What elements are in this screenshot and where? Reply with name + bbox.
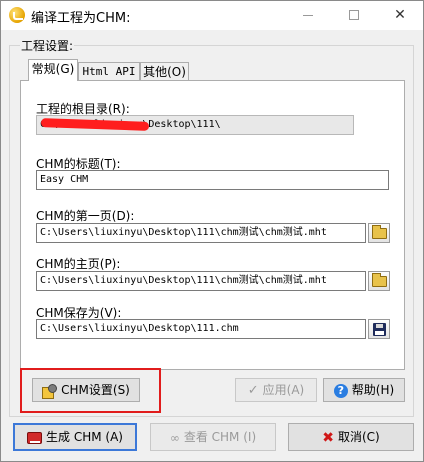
home-page-input[interactable]: C:\Users\liuxinyu\Desktop\111\chm测试\chm测…	[36, 271, 366, 291]
red-x-icon: ✖	[322, 429, 334, 446]
tab-other[interactable]: 其他(O)	[140, 62, 189, 82]
home-page-browse-button[interactable]	[368, 271, 390, 291]
apply-label: 应用(A)	[262, 383, 305, 397]
maximize-icon	[349, 10, 359, 20]
tab-html-api[interactable]: Html API	[78, 62, 140, 82]
maximize-button[interactable]	[331, 1, 377, 30]
folder-open-icon	[372, 225, 387, 239]
highlight-box	[20, 368, 161, 413]
compile-chm-dialog: 编译工程为CHM: ✕ 工程设置: 常规(G) Html API 其他(O) 工…	[0, 0, 424, 462]
help-button[interactable]: ? 帮助(H)	[323, 378, 405, 402]
save-as-input[interactable]: C:\Users\liuxinyu\Desktop\111.chm	[36, 319, 366, 339]
minimize-icon	[303, 14, 313, 16]
help-label: 帮助(H)	[351, 383, 395, 397]
folder-open-icon	[372, 273, 387, 287]
apply-button[interactable]: ✓ 应用(A)	[235, 378, 317, 402]
glasses-icon: ∞	[169, 430, 180, 445]
title-bar[interactable]: 编译工程为CHM: ✕	[1, 1, 423, 30]
first-page-label: CHM的第一页(D):	[36, 209, 135, 223]
easy-chm-app-icon	[9, 7, 25, 23]
tab-general[interactable]: 常规(G)	[28, 59, 78, 81]
view-chm-label: 查看 CHM (I)	[183, 430, 257, 444]
home-page-label: CHM的主页(P):	[36, 257, 121, 271]
close-button[interactable]: ✕	[377, 1, 423, 30]
question-mark-icon: ?	[333, 383, 348, 398]
checkmark-icon: ✓	[247, 382, 259, 398]
first-page-browse-button[interactable]	[368, 223, 390, 243]
cancel-label: 取消(C)	[337, 430, 380, 444]
first-page-input[interactable]: C:\Users\liuxinyu\Desktop\111\chm测试\chm测…	[36, 223, 366, 243]
cancel-button[interactable]: ✖ 取消(C)	[288, 423, 414, 451]
build-chm-button[interactable]: 生成 CHM (A)	[13, 423, 137, 451]
build-chm-label: 生成 CHM (A)	[46, 430, 123, 444]
project-settings-label: 工程设置:	[20, 37, 75, 54]
floppy-disk-icon	[373, 323, 386, 336]
minimize-button[interactable]	[285, 1, 331, 30]
book-icon	[27, 431, 43, 444]
window-title: 编译工程为CHM:	[31, 11, 131, 26]
chm-title-input[interactable]: Easy CHM	[36, 170, 389, 190]
save-as-browse-button[interactable]	[368, 319, 390, 339]
view-chm-button[interactable]: ∞ 查看 CHM (I)	[150, 423, 276, 451]
